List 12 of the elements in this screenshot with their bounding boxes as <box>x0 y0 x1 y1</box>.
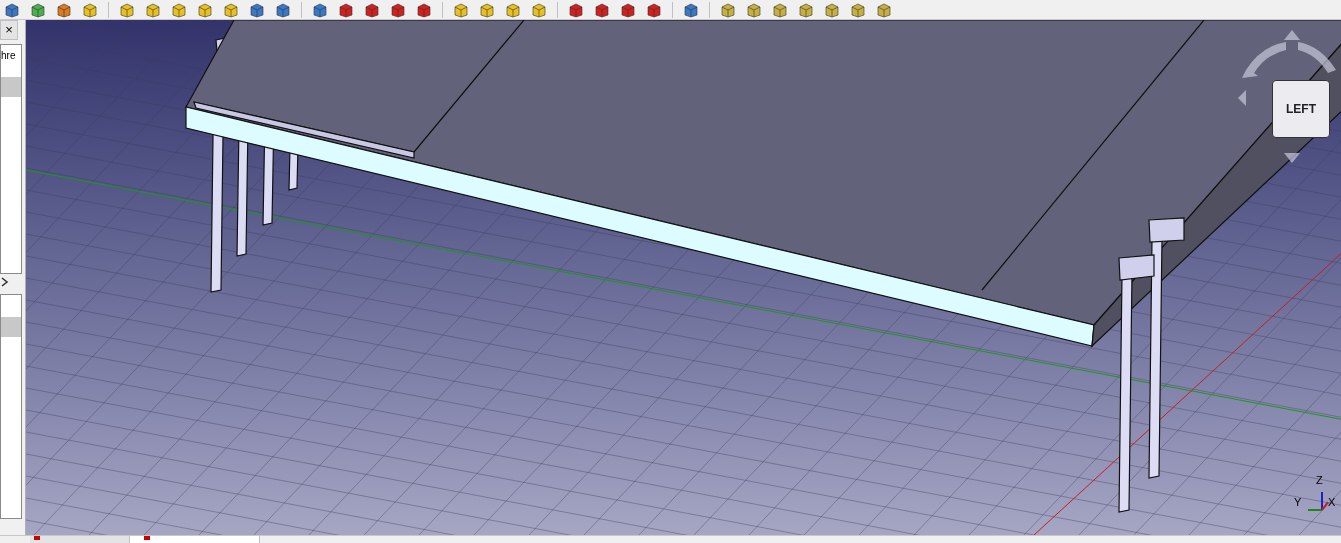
axis-label: Y <box>1294 496 1302 508</box>
navigation-cube[interactable]: LEFT <box>1272 80 1330 138</box>
document-icon <box>34 536 40 540</box>
document-tab[interactable] <box>130 536 260 543</box>
axis-label: X <box>1328 496 1336 508</box>
3d-viewport[interactable]: LEFT Z Y X <box>26 20 1341 535</box>
document-icon <box>144 536 150 540</box>
document-tab[interactable] <box>30 536 130 543</box>
chevron-right-icon[interactable] <box>0 276 10 288</box>
close-button[interactable]: × <box>0 20 18 40</box>
axis-label: Z <box>1316 474 1323 486</box>
tree-item-label[interactable]: hre <box>1 49 16 63</box>
